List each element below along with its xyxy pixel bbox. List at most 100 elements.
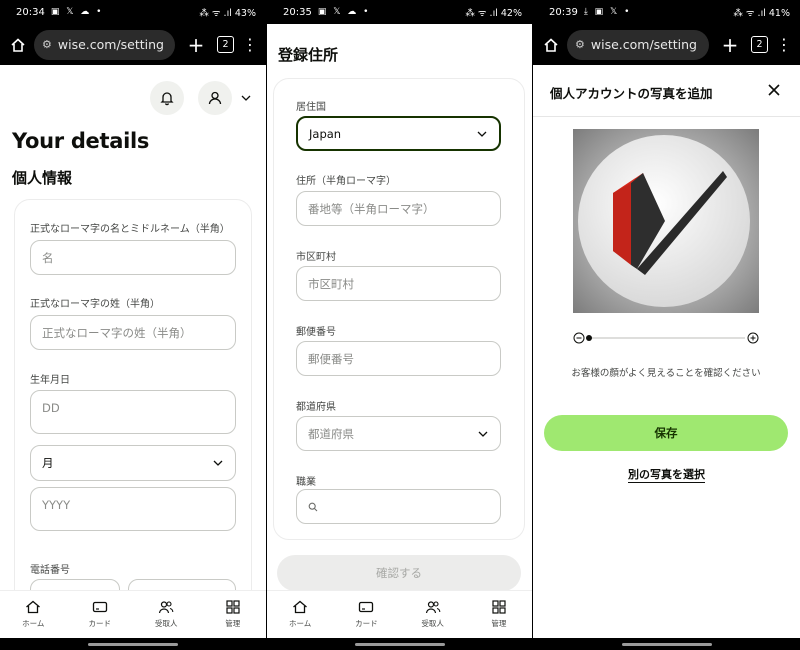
nav-manage[interactable]: 管理 [466, 591, 532, 638]
first-name-input[interactable]: 名 [30, 240, 236, 275]
bottom-navigation: ホーム カード 受取人 管理 [0, 590, 266, 638]
prefecture-label: 都道府県 [296, 402, 336, 413]
confirm-button[interactable]: 確認する [277, 555, 521, 591]
status-bar: 20:39 ⤓ ▣ 𝕏 • ⁂ ᯤ .ıl 41% [533, 0, 800, 24]
phone-screen-photo: 20:39 ⤓ ▣ 𝕏 • ⁂ ᯤ .ıl 41% ⚙ wise.com/set… [533, 0, 800, 650]
zoom-out-icon[interactable] [573, 332, 585, 344]
first-name-label: 正式なローマ字の名とミドルネーム（半角） [30, 224, 230, 235]
country-code-select[interactable] [30, 579, 120, 590]
profile-button[interactable] [198, 81, 232, 115]
postal-code-input[interactable]: 郵便番号 [296, 341, 501, 376]
home-icon[interactable] [8, 35, 28, 55]
grid-icon [492, 600, 506, 614]
status-time: 20:34 [16, 6, 45, 18]
bell-icon [160, 92, 174, 106]
save-button[interactable]: 保存 [544, 415, 788, 451]
dialog-divider [533, 116, 800, 117]
notification-icons: ▣ 𝕏 ☁ • [317, 7, 371, 17]
chevron-down-icon [477, 131, 487, 137]
url-text: wise.com/setting [590, 37, 697, 52]
photo-dialog-title: 個人アカウントの写真を追加 [550, 86, 713, 101]
nav-manage[interactable]: 管理 [200, 591, 267, 638]
browser-toolbar: ⚙ wise.com/setting + 2 ⋮ [0, 24, 266, 65]
card-icon [92, 601, 107, 613]
url-text: wise.com/setting [57, 37, 164, 52]
nav-home[interactable]: ホーム [0, 591, 67, 638]
details-content: Your details 個人情報 正式なローマ字の名とミドルネーム（半角） 名… [0, 65, 266, 590]
battery-status: ⁂ ᯤ .ıl 43% [199, 7, 256, 19]
home-indicator[interactable] [88, 643, 178, 646]
browser-toolbar: ⚙ wise.com/setting + 2 ⋮ [533, 24, 800, 65]
nav-recipients[interactable]: 受取人 [400, 591, 466, 638]
home-icon [26, 600, 41, 614]
nav-recipients-label: 受取人 [155, 619, 178, 628]
year-input[interactable]: YYYY [30, 487, 236, 531]
country-select[interactable]: Japan [296, 116, 501, 151]
address-title: 登録住所 [278, 46, 339, 64]
home-icon[interactable] [541, 35, 561, 55]
phone-input[interactable] [128, 579, 236, 590]
new-tab-icon[interactable]: + [717, 33, 743, 57]
notification-icons: ▣ 𝕏 ☁ • [50, 7, 104, 17]
section-title: 個人情報 [12, 169, 73, 187]
prefecture-select[interactable]: 都道府県 [296, 416, 501, 451]
tab-switcher-button[interactable]: 2 [751, 36, 768, 53]
nav-manage-label: 管理 [225, 619, 241, 628]
photo-hint-text: お客様の顔がよく見えることを確認ください [571, 368, 761, 379]
nav-card[interactable]: カード [333, 591, 399, 638]
notification-icons: ⤓ ▣ 𝕏 • [583, 7, 632, 17]
recipients-icon [425, 601, 440, 614]
phone-screen-details: 20:34 ▣ 𝕏 ☁ • ⁂ ᯤ .ıl 43% ⚙ wise.com/set… [0, 0, 266, 650]
nav-card-label: カード [88, 619, 112, 628]
recipients-icon [159, 601, 174, 614]
zoom-thumb[interactable] [586, 335, 592, 341]
gesture-bar [0, 638, 266, 650]
new-tab-icon[interactable]: + [183, 33, 209, 57]
url-bar[interactable]: ⚙ wise.com/setting [567, 29, 709, 60]
chevron-down-icon[interactable] [241, 94, 251, 102]
month-select[interactable]: 月 [30, 445, 236, 481]
day-input[interactable]: DD [30, 390, 236, 434]
tab-switcher-button[interactable]: 2 [217, 36, 234, 53]
zoom-slider[interactable] [573, 330, 759, 344]
chevron-down-icon [478, 431, 488, 437]
site-settings-icon[interactable]: ⚙ [42, 38, 52, 51]
month-select-value: 月 [42, 456, 54, 470]
nav-card-label: カード [355, 619, 378, 628]
site-settings-icon[interactable]: ⚙ [575, 38, 585, 51]
home-indicator[interactable] [354, 643, 445, 646]
battery-status: ⁂ ᯤ .ıl 42% [465, 7, 522, 19]
gesture-bar [267, 638, 532, 650]
choose-another-photo-link[interactable]: 別の写真を選択 [533, 466, 800, 483]
zoom-in-icon[interactable] [747, 332, 759, 344]
status-bar: 20:34 ▣ 𝕏 ☁ • ⁂ ᯤ .ıl 43% [0, 0, 266, 24]
status-bar: 20:35 ▣ 𝕏 ☁ • ⁂ ᯤ .ıl 42% [267, 0, 532, 24]
phone-screen-address: 20:35 ▣ 𝕏 ☁ • ⁂ ᯤ .ıl 42% 登録住所 居住国 Japan… [267, 0, 532, 650]
home-indicator[interactable] [621, 643, 712, 646]
stage: 20:34 ▣ 𝕏 ☁ • ⁂ ᯤ .ıl 43% ⚙ wise.com/set… [0, 0, 800, 650]
country-select-value: Japan [309, 126, 342, 141]
status-time: 20:35 [283, 6, 312, 18]
last-name-input[interactable]: 正式なローマ字の姓（半角） [30, 315, 236, 350]
grid-icon [226, 600, 240, 614]
notifications-button[interactable] [150, 81, 184, 115]
nav-card[interactable]: カード [67, 591, 134, 638]
city-input[interactable]: 市区町村 [296, 266, 501, 301]
more-menu-icon[interactable]: ⋮ [776, 36, 792, 53]
chevron-down-icon [213, 460, 223, 466]
url-bar[interactable]: ⚙ wise.com/setting [34, 29, 175, 60]
occupation-label: 職業 [296, 477, 316, 488]
page-title: Your details [12, 129, 150, 153]
dob-label: 生年月日 [30, 375, 70, 386]
nav-recipients[interactable]: 受取人 [133, 591, 200, 638]
photo-preview[interactable] [573, 129, 759, 313]
nav-home[interactable]: ホーム [267, 591, 333, 638]
close-icon[interactable] [766, 82, 782, 98]
postal-code-label: 郵便番号 [296, 327, 336, 338]
more-menu-icon[interactable]: ⋮ [242, 36, 258, 53]
gesture-bar [533, 638, 800, 650]
address-input[interactable]: 番地等（半角ローマ字） [296, 191, 501, 226]
occupation-search-input[interactable] [296, 489, 501, 524]
phone-label: 電話番号 [30, 565, 70, 576]
bottom-navigation: ホーム カード 受取人 管理 [267, 590, 532, 638]
